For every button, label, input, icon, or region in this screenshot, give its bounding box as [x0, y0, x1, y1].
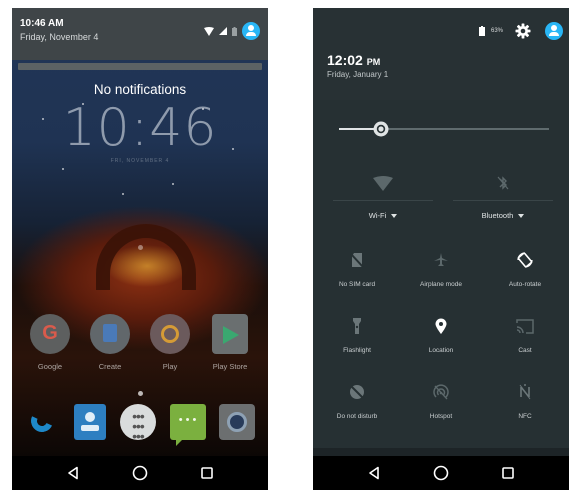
home-icon	[132, 465, 148, 481]
lockscreen-date: FRI, NOVEMBER 4	[110, 158, 170, 164]
tile-auto-rotate[interactable]: Auto-rotate	[485, 246, 565, 288]
shade-handle[interactable]	[18, 63, 262, 70]
tile-label: No SIM card	[338, 281, 376, 288]
app-label: Play	[162, 362, 178, 371]
cast-icon	[516, 318, 534, 334]
rock-arch-shape	[96, 224, 196, 290]
navigation-bar	[313, 456, 569, 490]
tile-nfc[interactable]: NFC	[485, 378, 565, 420]
recents-button[interactable]	[494, 459, 522, 487]
caret-down-icon	[518, 213, 525, 218]
bluetooth-tile[interactable]: Bluetooth	[453, 170, 553, 220]
do-not-disturb-icon	[350, 385, 364, 399]
battery-icon	[478, 26, 485, 36]
nfc-icon	[519, 384, 531, 400]
play-icon	[150, 314, 190, 354]
user-avatar-icon[interactable]	[545, 22, 563, 40]
location-icon	[435, 318, 447, 334]
app-play-store[interactable]: Play Store	[204, 314, 256, 371]
wifi-dropdown[interactable]: Wi-Fi	[369, 211, 398, 220]
bluetooth-off-icon	[497, 176, 509, 190]
tile-label: NFC	[518, 413, 532, 420]
auto-rotate-icon	[517, 252, 533, 268]
tile-label: Location	[428, 347, 454, 354]
messenger-icon[interactable]: • • •	[169, 404, 206, 446]
tile-no-sim[interactable]: No SIM card	[317, 246, 397, 288]
tile-cast[interactable]: Cast	[485, 312, 565, 354]
brightness-handle[interactable]	[371, 119, 391, 139]
brightness-slider[interactable]	[339, 121, 549, 137]
navigation-bar	[12, 456, 268, 490]
app-google[interactable]: G Google	[24, 314, 76, 371]
back-icon	[369, 466, 380, 480]
back-icon	[68, 466, 79, 480]
wifi-icon	[204, 26, 214, 36]
status-date: Friday, November 4	[20, 32, 99, 42]
tile-airplane[interactable]: Airplane mode	[401, 246, 481, 288]
tile-label: Do not disturb	[336, 413, 378, 420]
app-label: Google	[37, 362, 63, 371]
app-label: Play Store	[212, 362, 248, 371]
no-notifications-text: No notifications	[93, 82, 187, 97]
home-button[interactable]	[126, 459, 154, 487]
airplane-icon	[434, 253, 448, 266]
home-button[interactable]	[427, 459, 455, 487]
signal-icon	[219, 27, 227, 35]
gear-icon[interactable]	[515, 23, 531, 39]
brightness-icon	[373, 121, 389, 137]
recents-button[interactable]	[193, 459, 221, 487]
tile-hotspot[interactable]: Hotspot	[401, 378, 481, 420]
quick-settings-time: 12:02 PM	[327, 52, 381, 68]
quick-settings-date: Friday, January 1	[327, 70, 389, 79]
dock: ••• ••• ••• • • •	[12, 404, 268, 446]
bluetooth-label: Bluetooth	[481, 211, 514, 220]
tile-label: Auto-rotate	[508, 281, 542, 288]
flashlight-icon	[353, 318, 361, 334]
hotseat-indicator	[138, 391, 143, 396]
app-drawer-icon[interactable]: ••• ••• •••	[119, 404, 156, 443]
lockscreen-clock: 10:46	[62, 98, 218, 158]
notification-shade-header[interactable]: 10:46 AM Friday, November 4	[12, 8, 268, 60]
quick-settings-phone: 63% 12:02 PM Friday, January 1 Wi-Fi Blu…	[313, 8, 569, 490]
tile-label: Hotspot	[429, 413, 453, 420]
lockscreen-phone: 10:46 AM Friday, November 4 No notificat…	[12, 8, 268, 490]
tile-label: Flashlight	[343, 347, 371, 354]
quick-settings-header: 63% 12:02 PM Friday, January 1	[313, 8, 569, 100]
docs-icon	[90, 314, 130, 354]
tile-label: Cast	[518, 347, 532, 354]
tile-label: Airplane mode	[420, 281, 462, 288]
contacts-icon[interactable]	[74, 404, 107, 440]
recents-icon	[200, 467, 213, 479]
app-create[interactable]: Create	[84, 314, 136, 371]
app-play[interactable]: Play	[144, 314, 196, 371]
wifi-icon	[373, 175, 393, 191]
phone-icon[interactable]	[25, 404, 61, 440]
tile-do-not-disturb[interactable]: Do not disturb	[317, 378, 397, 420]
bluetooth-dropdown[interactable]: Bluetooth	[482, 211, 525, 220]
recents-icon	[501, 467, 514, 479]
tile-flashlight[interactable]: Flashlight	[317, 312, 397, 354]
camera-icon[interactable]	[219, 404, 256, 440]
battery-percent: 63%	[490, 28, 503, 34]
user-avatar-icon[interactable]	[242, 22, 260, 40]
caret-down-icon	[391, 213, 398, 218]
tile-location[interactable]: Location	[401, 312, 481, 354]
status-time: 10:46 AM	[20, 18, 64, 29]
home-icon	[433, 465, 449, 481]
home-app-row: G Google Create Play Play Store	[12, 314, 268, 371]
no-sim-icon	[350, 253, 364, 268]
page-indicator	[12, 245, 268, 250]
battery-icon	[232, 26, 237, 36]
wifi-tile[interactable]: Wi-Fi	[333, 170, 433, 220]
back-button[interactable]	[360, 459, 388, 487]
hotspot-icon	[433, 384, 449, 400]
wallpaper-image	[12, 8, 268, 456]
app-label: Create	[98, 362, 122, 371]
back-button[interactable]	[59, 459, 87, 487]
wifi-label: Wi-Fi	[368, 211, 387, 220]
play-store-icon	[212, 314, 248, 354]
google-icon: G	[30, 314, 70, 354]
